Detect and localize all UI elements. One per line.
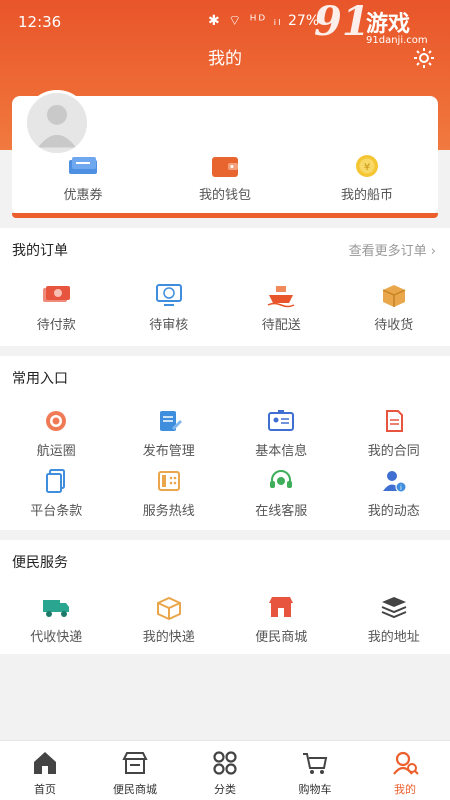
page-title: 我的 <box>208 49 242 69</box>
order-pending-delivery-label: 待配送 <box>261 318 301 333</box>
entry-platform-terms[interactable]: 平台条款 <box>0 468 113 519</box>
order-pending-review[interactable]: 待审核 <box>113 282 226 333</box>
wallet-row: 优惠券 我的钱包 ¥ 我的船币 <box>12 152 438 203</box>
truck-icon <box>41 594 71 620</box>
grid-icon <box>211 749 239 777</box>
box-icon <box>379 282 409 308</box>
wallet-coupon[interactable]: 优惠券 <box>12 152 154 203</box>
entry-basic-info[interactable]: 基本信息 <box>225 408 338 459</box>
common-row-2: 平台条款 服务热线 在线客服 i 我的动态 <box>0 468 450 519</box>
edit-doc-icon <box>154 408 184 434</box>
terms-icon <box>41 468 71 494</box>
orders-row: 待付款 待审核 待配送 待收货 <box>0 282 450 333</box>
order-pending-payment-label: 待付款 <box>36 318 76 333</box>
shop-icon <box>266 594 296 620</box>
common-title: 常用入口 <box>12 371 68 387</box>
status-time: 12:36 <box>18 13 62 31</box>
service-collect-express-label: 代收快递 <box>30 630 83 645</box>
profile-card: 优惠券 我的钱包 ¥ 我的船币 <box>12 90 438 218</box>
circle-icon <box>41 408 71 434</box>
phone-icon <box>154 468 184 494</box>
id-card-icon <box>266 408 296 434</box>
parcel-icon <box>154 594 184 621</box>
common-section: 常用入口 航运圈 发布管理 基本信息 我的合同 平台条款 服务热线 在线客服 i… <box>0 356 450 530</box>
cart-icon <box>301 749 329 777</box>
service-my-address[interactable]: 我的地址 <box>338 594 450 645</box>
entry-publish-management[interactable]: 发布管理 <box>113 408 226 459</box>
order-pending-delivery[interactable]: 待配送 <box>225 282 338 333</box>
orders-more-link[interactable]: 查看更多订单 › <box>349 240 436 259</box>
order-pending-review-label: 待审核 <box>149 318 189 333</box>
home-icon <box>31 749 59 777</box>
coin-icon: ¥ <box>350 152 384 180</box>
settings-gear-icon[interactable] <box>412 46 436 70</box>
watermark-text: 游戏 <box>366 12 411 37</box>
service-collect-express[interactable]: 代收快递 <box>0 594 113 645</box>
ship-icon <box>266 282 296 308</box>
bottom-tab-bar: 首页 便民商城 分类 购物车 我的 <box>0 740 450 800</box>
orders-section: 我的订单 查看更多订单 › 待付款 待审核 待配送 待收货 <box>0 228 450 346</box>
entry-my-contract-label: 我的合同 <box>367 444 420 459</box>
money-icon <box>41 282 71 308</box>
profile-icon <box>391 749 419 777</box>
service-convenience-mall-label: 便民商城 <box>255 630 308 645</box>
orders-title: 我的订单 <box>12 243 68 259</box>
service-my-express-label: 我的快递 <box>142 630 195 645</box>
entry-platform-terms-label: 平台条款 <box>30 504 83 519</box>
order-pending-receipt-label: 待收货 <box>374 318 414 333</box>
services-row: 代收快递 我的快递 便民商城 我的地址 <box>0 594 450 645</box>
entry-publish-management-label: 发布管理 <box>142 444 195 459</box>
entry-my-updates[interactable]: i 我的动态 <box>338 468 450 519</box>
service-convenience-mall[interactable]: 便民商城 <box>225 594 338 645</box>
monitor-icon <box>154 282 184 308</box>
svg-text:¥: ¥ <box>364 162 370 173</box>
tab-cart[interactable]: 购物车 <box>270 741 360 800</box>
tab-cart-label: 购物车 <box>298 783 332 796</box>
entry-basic-info-label: 基本信息 <box>255 444 308 459</box>
tab-category-label: 分类 <box>214 783 236 796</box>
card-accent-line <box>12 213 438 218</box>
tab-home-label: 首页 <box>34 783 56 796</box>
entry-service-hotline[interactable]: 服务热线 <box>113 468 226 519</box>
entry-online-support[interactable]: 在线客服 <box>225 468 338 519</box>
entry-my-contract[interactable]: 我的合同 <box>338 408 450 459</box>
wallet-ship-coin[interactable]: ¥ 我的船币 <box>296 152 438 203</box>
watermark-logo: 91 游戏 91danji.com <box>314 0 444 50</box>
entry-shipping-circle[interactable]: 航运圈 <box>0 408 113 459</box>
wallet-coupon-label: 优惠券 <box>63 188 103 203</box>
service-my-express[interactable]: 我的快递 <box>113 594 226 645</box>
headset-icon <box>266 468 296 494</box>
order-pending-receipt[interactable]: 待收货 <box>338 282 450 333</box>
layers-icon <box>379 594 409 620</box>
coupon-icon <box>66 152 100 180</box>
contract-icon <box>379 408 409 434</box>
tab-convenience-mall[interactable]: 便民商城 <box>90 741 180 800</box>
svg-text:i: i <box>400 484 402 492</box>
services-title: 便民服务 <box>12 555 68 571</box>
tab-mine[interactable]: 我的 <box>360 741 450 800</box>
entry-my-updates-label: 我的动态 <box>367 504 420 519</box>
status-icons: ✱ ⌔ ᴴᴰ ᵢₗ <box>208 13 283 29</box>
common-row-1: 航运圈 发布管理 基本信息 我的合同 <box>0 408 450 459</box>
tab-category[interactable]: 分类 <box>180 741 270 800</box>
wallet-my-wallet-label: 我的钱包 <box>198 188 251 203</box>
store-icon <box>121 749 149 777</box>
order-pending-payment[interactable]: 待付款 <box>0 282 113 333</box>
tab-convenience-mall-label: 便民商城 <box>113 783 157 796</box>
entry-service-hotline-label: 服务热线 <box>142 504 195 519</box>
user-info-icon: i <box>379 468 409 494</box>
tab-mine-label: 我的 <box>394 783 416 796</box>
watermark-number: 91 <box>314 0 370 45</box>
wallet-icon <box>208 152 242 180</box>
avatar[interactable] <box>24 90 90 156</box>
entry-shipping-circle-label: 航运圈 <box>36 444 76 459</box>
services-section: 便民服务 代收快递 我的快递 便民商城 我的地址 <box>0 540 450 654</box>
service-my-address-label: 我的地址 <box>367 630 420 645</box>
wallet-ship-coin-label: 我的船币 <box>340 188 393 203</box>
wallet-my-wallet[interactable]: 我的钱包 <box>154 152 296 203</box>
tab-home[interactable]: 首页 <box>0 741 90 800</box>
entry-online-support-label: 在线客服 <box>255 504 308 519</box>
